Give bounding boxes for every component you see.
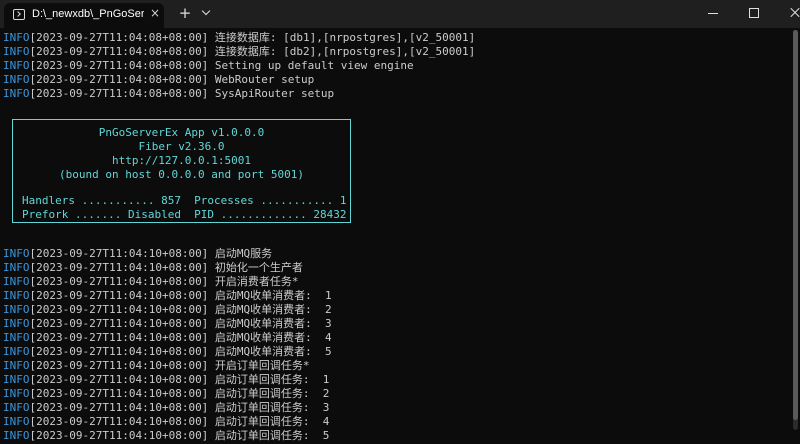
scrollbar-thumb[interactable]	[793, 30, 798, 420]
log-line: INFO[2023-09-27T11:04:08+08:00] WebRoute…	[3, 73, 315, 86]
banner-fiber-version: Fiber v2.36.0	[138, 140, 225, 153]
close-window-button[interactable]	[754, 0, 800, 28]
log-line: INFO[2023-09-27T11:04:10+08:00] 启动MQ服务	[3, 247, 273, 260]
new-tab-button[interactable]: +	[177, 5, 193, 21]
log-line: INFO[2023-09-27T11:04:10+08:00] 启动订单回调任务…	[3, 387, 330, 400]
banner-stats-2: Prefork ....... Disabled PID ...........…	[22, 208, 347, 221]
terminal-output[interactable]: INFO[2023-09-27T11:04:08+08:00] 连接数据库: […	[0, 28, 800, 444]
log-line: INFO[2023-09-27T11:04:10+08:00] 启动MQ收单消费…	[3, 345, 332, 358]
log-line: INFO[2023-09-27T11:04:08+08:00] SysApiRo…	[3, 87, 335, 100]
log-line: INFO[2023-09-27T11:04:10+08:00] 启动订单回调任务…	[3, 415, 330, 428]
log-line: INFO[2023-09-27T11:04:10+08:00] 启动MQ收单消费…	[3, 303, 332, 316]
log-line: INFO[2023-09-27T11:04:10+08:00] 启动订单回调任务…	[3, 373, 330, 386]
tab-active[interactable]: D:\_newxdb\_PnGoServerEx ×	[4, 3, 164, 28]
tab-title: D:\_newxdb\_PnGoServerEx	[32, 8, 144, 20]
log-line: INFO[2023-09-27T11:04:10+08:00] 启动订单回调任务…	[3, 429, 330, 442]
log-line: INFO[2023-09-27T11:04:10+08:00] 开启消费者任务*	[3, 275, 299, 288]
log-line: INFO[2023-09-27T11:04:08+08:00] Setting …	[3, 59, 414, 72]
chevron-down-icon[interactable]	[200, 5, 214, 21]
close-tab-icon[interactable]: ×	[149, 6, 161, 20]
log-line: INFO[2023-09-27T11:04:10+08:00] 启动MQ收单消费…	[3, 317, 332, 330]
banner-title: PnGoServerEx App v1.0.0.0	[98, 126, 265, 139]
title-bar: D:\_newxdb\_PnGoServerEx × +	[0, 0, 800, 28]
log-line: INFO[2023-09-27T11:04:10+08:00] 启动MQ收单消费…	[3, 289, 332, 302]
log-line: INFO[2023-09-27T11:04:10+08:00] 启动MQ收单消费…	[3, 331, 332, 344]
banner-url: http://127.0.0.1:5001	[111, 154, 252, 167]
terminal-window: D:\_newxdb\_PnGoServerEx × + INFO[2023-0…	[0, 0, 800, 444]
log-line: INFO[2023-09-27T11:04:10+08:00] 启动订单回调任务…	[3, 401, 330, 414]
terminal-icon	[13, 9, 25, 20]
log-line: INFO[2023-09-27T11:04:08+08:00] 连接数据库: […	[3, 31, 476, 44]
banner-stats-1: Handlers ........... 857 Processes .....…	[22, 194, 347, 207]
log-line: INFO[2023-09-27T11:04:10+08:00] 初始化一个生产者	[3, 261, 303, 274]
banner-bound: (bound on host 0.0.0.0 and port 5001)	[58, 168, 305, 181]
log-line: INFO[2023-09-27T11:04:08+08:00] 连接数据库: […	[3, 45, 476, 58]
log-line: INFO[2023-09-27T11:04:10+08:00] 开启订单回调任务…	[3, 359, 310, 372]
